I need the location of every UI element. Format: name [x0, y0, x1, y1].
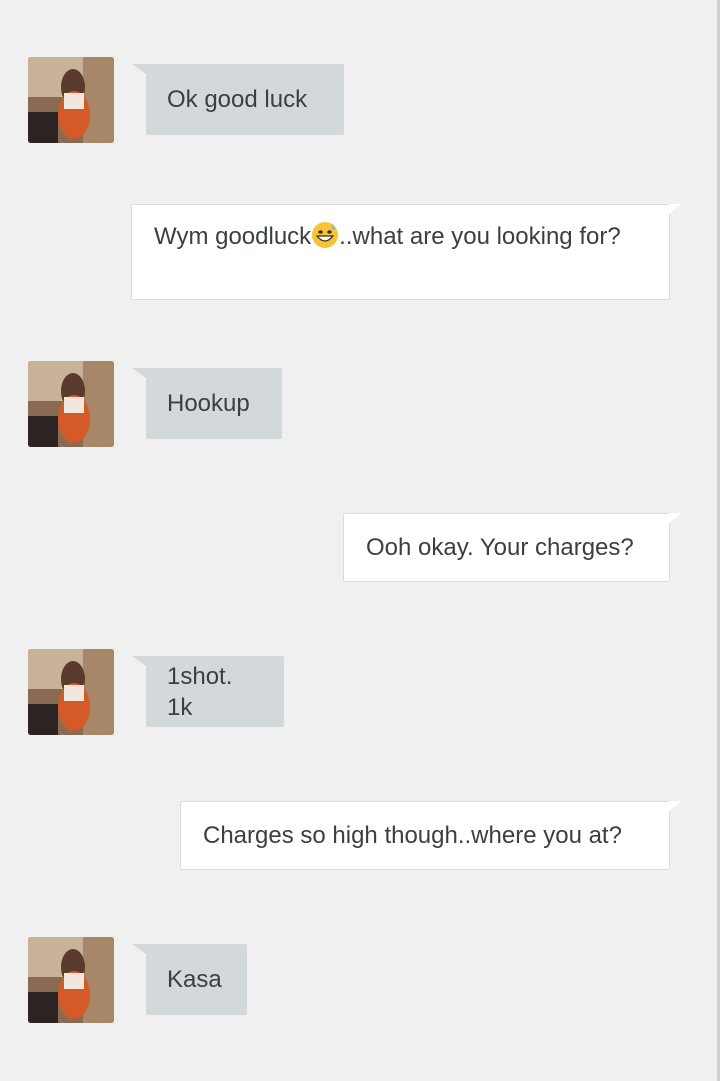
message-text: ..what are you looking for?	[339, 223, 621, 250]
avatar[interactable]	[28, 361, 114, 447]
profile-photo	[28, 937, 114, 1023]
avatar[interactable]	[28, 57, 114, 143]
grinning-face-with-sweat-icon	[312, 222, 339, 248]
message-text: Kasa	[167, 966, 222, 993]
message-text: Ok good luck	[167, 86, 308, 113]
message-text: 1shot. 1k	[167, 662, 233, 721]
profile-photo	[28, 57, 114, 143]
message-bubble: Hookup	[132, 368, 282, 439]
profile-photo	[28, 361, 114, 447]
message-bubble: Kasa	[132, 944, 247, 1015]
message-text: Charges so high though..where you at?	[203, 822, 622, 849]
message-bubble: 1shot. 1k	[132, 656, 284, 727]
message-bubble: Charges so high though..where you at?	[180, 801, 682, 870]
message-bubble: Ooh okay. Your charges?	[343, 513, 682, 582]
message-text: Ooh okay. Your charges?	[366, 534, 634, 561]
message-bubble: Wym goodluck ..what are you looking for?	[131, 204, 682, 300]
message-text: Wym goodluck	[154, 223, 312, 250]
message-bubble: Ok good luck	[132, 64, 344, 135]
avatar[interactable]	[28, 649, 114, 735]
profile-photo	[28, 649, 114, 735]
avatar[interactable]	[28, 937, 114, 1023]
message-text: Hookup	[167, 390, 250, 417]
